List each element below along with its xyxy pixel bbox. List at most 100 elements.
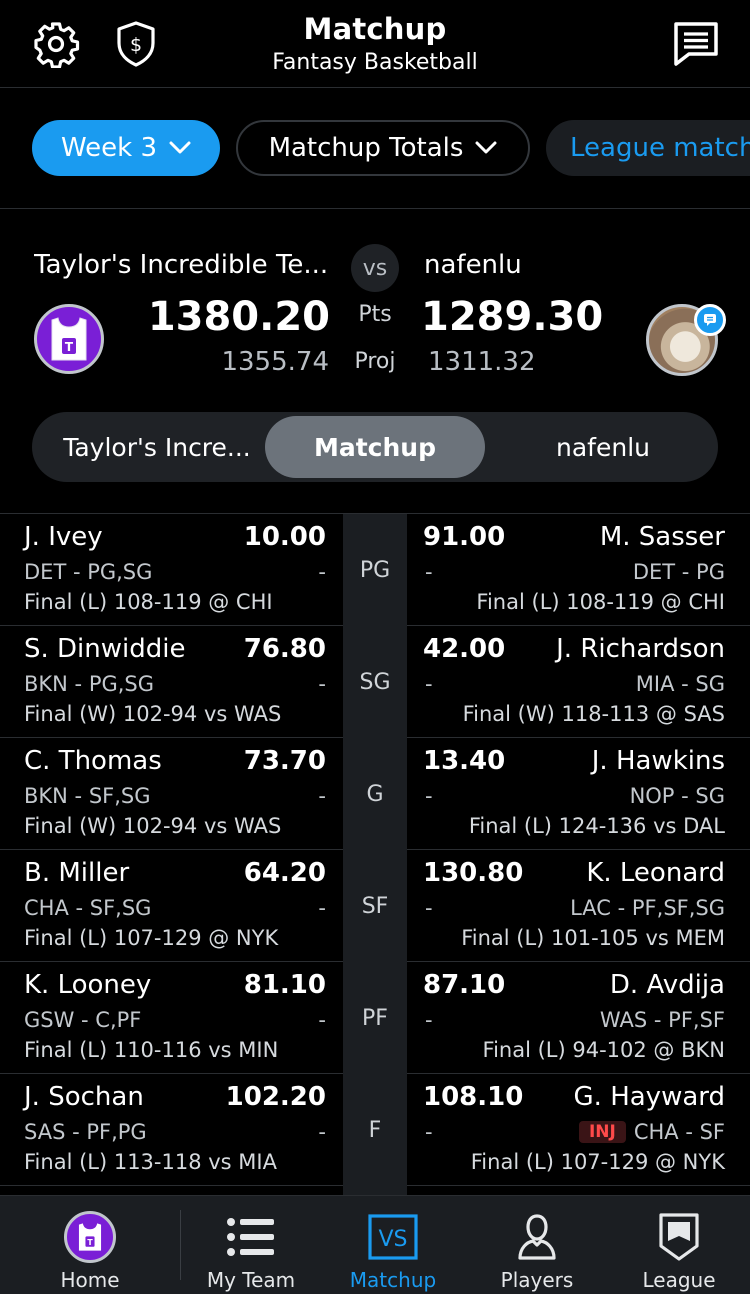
player-projection: - [425,896,433,920]
player-projection: - [318,1120,326,1144]
player-team-position: CHA - SF,SG [24,896,152,920]
player-projection: - [318,560,326,584]
left-team-avatar[interactable]: T [34,304,104,374]
player-team-position: INJ CHA - SF [578,1120,725,1144]
player-score: 91.00 [423,522,506,552]
player-name[interactable]: K. Looney [24,970,151,1000]
table-row: B. Miller 64.20 CHA - SF,SG - Final (L) … [0,850,750,962]
table-row: S. Dinwiddie 76.80 BKN - PG,SG - Final (… [0,626,750,738]
nav-matchup[interactable]: VS Matchup [338,1196,448,1294]
nav-players[interactable]: Players [482,1196,592,1294]
nav-matchup-label: Matchup [349,1268,437,1292]
left-team-name[interactable]: Taylor's Incredible Te... [34,250,334,280]
right-player-cell[interactable]: G. Hayward 108.10 INJ CHA - SF - Final (L… [407,1074,750,1186]
player-name[interactable]: J. Hawkins [592,746,725,776]
list-icon [224,1210,278,1264]
right-player-cell[interactable]: K. Leonard 130.80 LAC - PF,SF,SG - Final… [407,850,750,962]
left-player-cell[interactable]: J. Sochan 102.20 SAS - PF,PG - Final (L)… [0,1074,343,1186]
roster-slot: SG [343,626,407,738]
left-player-cell[interactable]: J. Ivey 10.00 DET - PG,SG - Final (L) 10… [0,514,343,626]
player-team-position: LAC - PF,SF,SG [570,896,725,920]
nav-home-label: Home [60,1268,120,1292]
player-score: 76.80 [243,634,326,664]
avatar-letter: T [65,340,74,354]
left-player-cell[interactable]: C. Thomas 73.70 BKN - SF,SG - Final (W) … [0,738,343,850]
game-result: Final (L) 113-118 vs MIA [24,1150,277,1174]
projection-label: Proj [354,349,396,374]
table-row: C. Thomas 73.70 BKN - SF,SG - Final (W) … [0,738,750,850]
league-shield-icon [652,1210,706,1264]
player-score: 102.20 [225,1082,326,1112]
roster-slot: PF [343,962,407,1074]
player-projection: - [425,672,433,696]
segment-matchup[interactable]: Matchup [265,416,485,478]
player-score: 81.10 [243,970,326,1000]
totals-selector[interactable]: Matchup Totals [236,120,530,176]
roster-slot: F [343,1074,407,1186]
league-matchups-button[interactable]: League matchups [546,120,750,176]
nav-my-team-label: My Team [206,1268,296,1292]
jersey-icon: T [51,317,87,361]
game-result: Final (W) 102-94 vs WAS [24,702,282,726]
player-name[interactable]: J. Sochan [24,1082,144,1112]
left-player-cell[interactable]: S. Dinwiddie 76.80 BKN - PG,SG - Final (… [0,626,343,738]
chat-icon[interactable] [670,18,722,70]
player-name[interactable]: B. Miller [24,858,129,888]
roster-slot: G [343,738,407,850]
vs-icon: VS [366,1210,420,1264]
player-score: 87.10 [423,970,506,1000]
right-team-points: 1289.30 [421,294,604,340]
player-score: 13.40 [423,746,506,776]
player-score: 42.00 [423,634,506,664]
injury-badge: INJ [578,1121,626,1143]
player-name[interactable]: K. Leonard [586,858,725,888]
table-row: J. Sochan 102.20 SAS - PF,PG - Final (L)… [0,1074,750,1186]
nav-league[interactable]: League [624,1196,734,1294]
svg-text:VS: VS [378,1227,407,1252]
segment-left-team[interactable]: Taylor's Incre... [32,412,264,482]
person-icon [510,1210,564,1264]
player-projection: - [425,1120,433,1144]
filter-bar: Week 3 Matchup Totals League matchups [0,89,750,209]
right-player-cell[interactable]: D. Avdija 87.10 WAS - PF,SF - Final (L) … [407,962,750,1074]
right-player-cell[interactable]: J. Richardson 42.00 MIA - SG - Final (W)… [407,626,750,738]
player-team-position: NOP - SG [629,784,725,808]
right-player-cell[interactable]: M. Sasser 91.00 DET - PG - Final (L) 108… [407,514,750,626]
matchup-score-section: Taylor's Incredible Te... vs nafenlu T 1… [0,210,750,512]
game-result: Final (W) 102-94 vs WAS [24,814,282,838]
left-player-cell[interactable]: K. Looney 81.10 GSW - C,PF - Final (L) 1… [0,962,343,1074]
player-team-position: SAS - PF,PG [24,1120,147,1144]
roster-slot [343,1186,407,1195]
nav-home[interactable]: T Home [40,1196,140,1294]
player-name[interactable]: J. Ivey [24,522,103,552]
right-team-name[interactable]: nafenlu [424,250,522,280]
player-name[interactable]: G. Hayward [574,1082,725,1112]
player-name[interactable]: S. Dinwiddie [24,634,185,664]
player-team-position: DET - PG,SG [24,560,153,584]
player-score: 10.00 [243,522,326,552]
player-name[interactable]: C. Thomas [24,746,162,776]
svg-text:T: T [87,1238,93,1247]
left-player-cell[interactable]: B. Miller 64.20 CHA - SF,SG - Final (L) … [0,850,343,962]
page-title: Matchup [303,12,447,46]
game-result: Final (L) 110-116 vs MIN [24,1038,279,1062]
player-name[interactable]: J. Richardson [556,634,725,664]
nav-players-label: Players [500,1268,574,1292]
segment-right-team[interactable]: nafenlu [496,412,710,482]
chevron-down-icon [169,141,191,154]
table-row: J. Ivey 10.00 DET - PG,SG - Final (L) 10… [0,514,750,626]
player-projection: - [318,672,326,696]
game-result: Final (L) 107-129 @ NYK [470,1150,725,1174]
game-result: Final (L) 108-119 @ CHI [476,590,725,614]
nav-my-team[interactable]: My Team [196,1196,306,1294]
player-name[interactable]: D. Avdija [610,970,725,1000]
week-label: Week 3 [60,133,158,163]
nav-league-label: League [642,1268,716,1292]
player-name[interactable]: M. Sasser [600,522,725,552]
table-row [0,1186,750,1195]
player-projection: - [318,1008,326,1032]
week-selector[interactable]: Week 3 [32,120,220,176]
player-team-position: BKN - PG,SG [24,672,155,696]
right-player-cell[interactable]: J. Hawkins 13.40 NOP - SG - Final (L) 12… [407,738,750,850]
message-badge-icon[interactable] [694,304,726,336]
